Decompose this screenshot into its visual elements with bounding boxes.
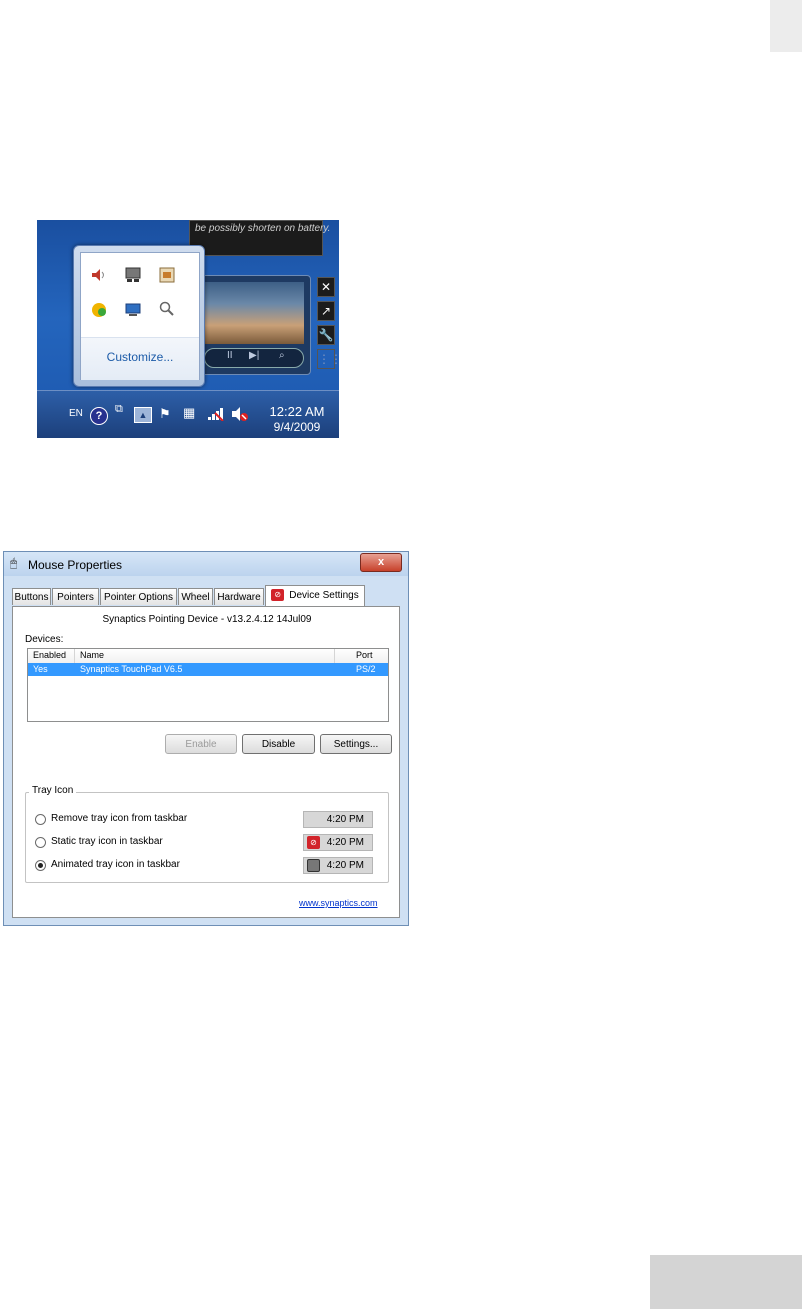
close-gadget-button[interactable]: ✕ xyxy=(317,277,335,297)
preview-remove: 4:20 PM xyxy=(303,811,373,828)
preview-time: 4:20 PM xyxy=(326,860,364,871)
animated-tray-icon-radio[interactable] xyxy=(35,860,46,871)
media-controls: II ▶| ⌕ xyxy=(204,348,304,368)
media-search-icon[interactable]: ⌕ xyxy=(279,350,285,361)
row-enabled: Yes xyxy=(33,664,48,674)
devices-list[interactable]: Enabled Name Port Yes Synaptics TouchPad… xyxy=(27,648,389,722)
preview-animated: 4:20 PM xyxy=(303,857,373,874)
options-gadget-button[interactable]: 🔧 xyxy=(317,325,335,345)
overflow-icon-grid xyxy=(89,265,189,319)
animated-tray-icon-label: Animated tray icon in taskbar xyxy=(51,859,180,870)
column-port[interactable]: Port xyxy=(356,650,373,660)
table-row[interactable]: Yes Synaptics TouchPad V6.5 PS/2 xyxy=(28,663,388,676)
device-title: Synaptics Pointing Device - v13.2.4.12 1… xyxy=(102,614,312,625)
static-tray-icon-label: Static tray icon in taskbar xyxy=(51,836,163,847)
overflow-popup-footer: Customize... xyxy=(81,337,199,380)
devices-list-header: Enabled Name Port xyxy=(28,649,388,664)
search-magnifier-icon[interactable] xyxy=(157,299,177,319)
devices-label: Devices: xyxy=(25,634,64,645)
tab-pointers[interactable]: Pointers xyxy=(52,588,99,605)
close-button[interactable]: x xyxy=(360,553,402,572)
remove-tray-icon-label: Remove tray icon from taskbar xyxy=(51,813,188,824)
taskbar: EN ? ⧉ ▲ ⚑ ▦ 12:22 AM 9/4/2009 xyxy=(37,390,339,438)
settings-button[interactable]: Settings... xyxy=(320,734,392,754)
speaker-icon[interactable] xyxy=(89,265,109,285)
update-icon[interactable] xyxy=(89,299,109,319)
synaptics-animated-icon xyxy=(307,859,320,872)
dialog-title: Mouse Properties xyxy=(28,558,123,572)
network-monitor-icon[interactable] xyxy=(123,299,143,319)
window-switch-icon[interactable]: ⧉ xyxy=(115,403,123,416)
mouse-icon: 🖱 xyxy=(10,556,18,570)
dialog-titlebar[interactable]: 🖱 Mouse Properties x xyxy=(4,552,408,576)
help-icon[interactable]: ? xyxy=(90,407,108,425)
tray-overflow-screenshot: be possibly shorten on battery. II ▶| ⌕ … xyxy=(37,220,339,438)
preview-time: 4:20 PM xyxy=(326,814,364,825)
language-indicator[interactable]: EN xyxy=(69,408,83,419)
enable-button[interactable]: Enable xyxy=(165,734,237,754)
pause-button[interactable]: II xyxy=(227,350,233,361)
column-enabled[interactable]: Enabled xyxy=(33,650,66,660)
notification-overflow-popup: Customize... xyxy=(73,245,205,387)
tray-icon-group-title: Tray Icon xyxy=(29,785,77,796)
synaptics-logo-icon: ⊘ xyxy=(271,589,285,602)
clock-time[interactable]: 12:22 AM xyxy=(265,404,329,419)
media-gadget: II ▶| ⌕ xyxy=(197,275,311,375)
preview-time: 4:20 PM xyxy=(326,837,364,848)
tab-wheel[interactable]: Wheel xyxy=(178,588,213,605)
synaptics-touchpad-icon[interactable] xyxy=(123,265,143,285)
power-plug-icon[interactable]: ▦ xyxy=(183,405,195,421)
row-port: PS/2 xyxy=(356,664,376,674)
app-tray-icon[interactable] xyxy=(157,265,177,285)
show-hidden-icons-button[interactable]: ▲ xyxy=(134,407,152,423)
tab-device-settings-label: Device Settings xyxy=(289,590,359,601)
expand-gadget-button[interactable]: ↗ xyxy=(317,301,335,321)
customize-link[interactable]: Customize... xyxy=(81,350,199,364)
battery-gadget-text: be possibly shorten on battery. xyxy=(195,223,331,234)
page-number-tab xyxy=(650,1255,802,1309)
clock-date[interactable]: 9/4/2009 xyxy=(265,420,329,434)
network-signal-icon[interactable] xyxy=(207,407,225,424)
tab-device-settings[interactable]: ⊘ Device Settings xyxy=(265,585,365,606)
preview-static: ⊘ 4:20 PM xyxy=(303,834,373,851)
tab-buttons[interactable]: Buttons xyxy=(12,588,51,605)
row-name: Synaptics TouchPad V6.5 xyxy=(80,664,183,674)
media-photo xyxy=(204,282,304,344)
gadget-side-toolbar: ✕ ↗ 🔧 ⋮⋮ xyxy=(317,277,339,373)
drag-handle[interactable]: ⋮⋮ xyxy=(317,349,339,369)
remove-tray-icon-radio[interactable] xyxy=(35,814,46,825)
next-track-button[interactable]: ▶| xyxy=(249,350,259,361)
column-name[interactable]: Name xyxy=(80,650,104,660)
action-center-flag-icon[interactable]: ⚑ xyxy=(159,406,171,422)
tab-hardware[interactable]: Hardware xyxy=(214,588,264,605)
device-settings-panel: Synaptics Pointing Device - v13.2.4.12 1… xyxy=(12,606,400,918)
synaptics-static-icon: ⊘ xyxy=(307,836,320,849)
mouse-properties-dialog: 🖱 Mouse Properties x Buttons Pointers Po… xyxy=(3,551,409,926)
page-corner-tab xyxy=(770,0,802,52)
volume-muted-icon[interactable] xyxy=(231,406,249,425)
synaptics-website-link[interactable]: www.synaptics.com xyxy=(299,898,378,908)
overflow-popup-body: Customize... xyxy=(80,252,200,380)
static-tray-icon-radio[interactable] xyxy=(35,837,46,848)
tab-pointer-options[interactable]: Pointer Options xyxy=(100,588,177,605)
disable-button[interactable]: Disable xyxy=(242,734,315,754)
